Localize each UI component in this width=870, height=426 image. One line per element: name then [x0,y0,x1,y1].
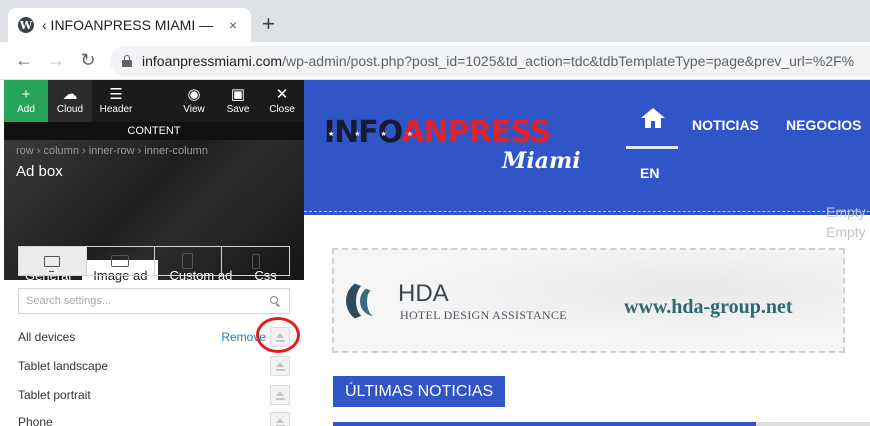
save-label: Save [226,104,250,115]
breadcrumb[interactable]: row › column › inner-row › inner-column [16,145,208,157]
section-label: ÚLTIMAS NOTICIAS [333,376,506,407]
device-tablet-landscape[interactable] [87,247,155,275]
empty-placeholder: Empty [826,204,866,220]
close-label: Close [269,104,295,115]
logo-stars: ★ ★ ★ ★ [328,131,422,138]
add-label: Add [17,104,35,115]
lock-icon[interactable] [122,54,132,67]
nav-negocios[interactable]: NEGOCIOS [786,117,861,133]
ad-box[interactable]: HDA HOTEL DESIGN ASSISTANCE www.hda-grou… [332,248,845,353]
search-settings [18,288,290,314]
home-icon[interactable] [640,108,666,130]
empty-placeholder: Empty [826,224,866,240]
wordpress-icon: W [18,17,34,33]
header-label: Header [99,104,133,115]
site-logo[interactable]: INFOANPRESS ★ ★ ★ ★ Miami [324,118,581,175]
upload-icon[interactable] [270,356,290,376]
tablet-portrait-icon [182,253,194,269]
site-preview: INFOANPRESS ★ ★ ★ ★ Miami NOTICIAS NEGOC… [304,80,870,426]
view-label: View [183,104,205,115]
ad-brand: HDA [398,280,449,307]
url-path: /wp-admin/post.php?post_id=1025&td_actio… [282,52,855,69]
desktop-icon [44,255,61,272]
close-icon: ✕ [275,86,289,103]
reload-button[interactable]: ↻ [74,47,102,75]
save-button[interactable]: ▣ Save [216,80,260,122]
setting-label: Tablet portrait [18,388,91,402]
setting-row-phone: Phone [18,411,290,426]
browser-tab-bar: W ‹ INFOANPRESS MIAMI — × + [0,0,870,42]
builder-toolbar: + Add ☁ Cloud ☰ Header ◉ View ▣ Save ✕ C… [4,80,304,122]
setting-row-tablet-portrait: Tablet portrait [18,384,290,406]
url-domain: infoanpressmiami.com [142,52,283,69]
row-divider [304,211,870,212]
tablet-landscape-icon [111,255,130,267]
new-tab-button[interactable]: + [262,12,275,36]
setting-label: Tablet landscape [18,359,109,373]
header-icon: ☰ [109,86,123,103]
section-underline-rest [756,422,870,426]
nav-language[interactable]: EN [640,165,659,181]
ad-url: www.hda-group.net [624,296,793,318]
cloud-button[interactable]: ☁ Cloud [48,80,92,122]
device-phone[interactable] [222,247,289,275]
builder-panel: + Add ☁ Cloud ☰ Header ◉ View ▣ Save ✕ C… [4,80,304,426]
annotation-circle [256,317,300,353]
floppy-icon: ▣ [230,86,246,103]
cloud-label: Cloud [56,104,84,115]
add-button[interactable]: + Add [4,80,48,122]
back-button[interactable]: ← [10,47,38,75]
tab-close-icon[interactable]: × [225,17,241,33]
block-title: Ad box [16,163,63,180]
close-button[interactable]: ✕ Close [260,80,304,122]
logo-sub: Miami [502,148,581,174]
nav-noticias[interactable]: NOTICIAS [692,117,759,133]
upload-icon[interactable] [270,385,290,405]
setting-label: All devices [18,330,76,344]
tab-title: ‹ INFOANPRESS MIAMI — [42,17,214,33]
content-header: CONTENT [4,122,304,140]
device-tablet-portrait[interactable] [155,247,223,275]
section-underline [333,422,756,426]
ad-brand-sub: HOTEL DESIGN ASSISTANCE [400,308,567,322]
cloud-icon: ☁ [62,86,78,103]
phone-icon [251,253,260,269]
view-button[interactable]: ◉ View [172,80,216,122]
address-bar[interactable]: infoanpressmiami.com /wp-admin/post.php?… [110,45,870,76]
search-icon [270,295,281,307]
upload-icon[interactable] [270,412,290,426]
device-desktop[interactable] [19,247,87,275]
site-header: INFOANPRESS ★ ★ ★ ★ Miami NOTICIAS NEGOC… [304,80,870,215]
browser-tab[interactable]: W ‹ INFOANPRESS MIAMI — × [8,8,251,42]
setting-row-tablet-landscape: Tablet landscape [18,355,290,377]
setting-row-all-devices: All devices Remove [18,326,290,348]
setting-label: Phone [18,415,53,426]
forward-button[interactable]: → [42,47,70,75]
hda-logo-icon [346,276,392,326]
home-underline [626,146,678,149]
header-button[interactable]: ☰ Header [92,80,140,122]
search-settings-input[interactable] [26,295,270,307]
eye-icon: ◉ [187,86,201,103]
browser-nav-bar: ← → ↻ infoanpressmiami.com /wp-admin/pos… [0,42,870,80]
plus-icon: + [21,86,31,103]
device-switcher [18,246,290,276]
